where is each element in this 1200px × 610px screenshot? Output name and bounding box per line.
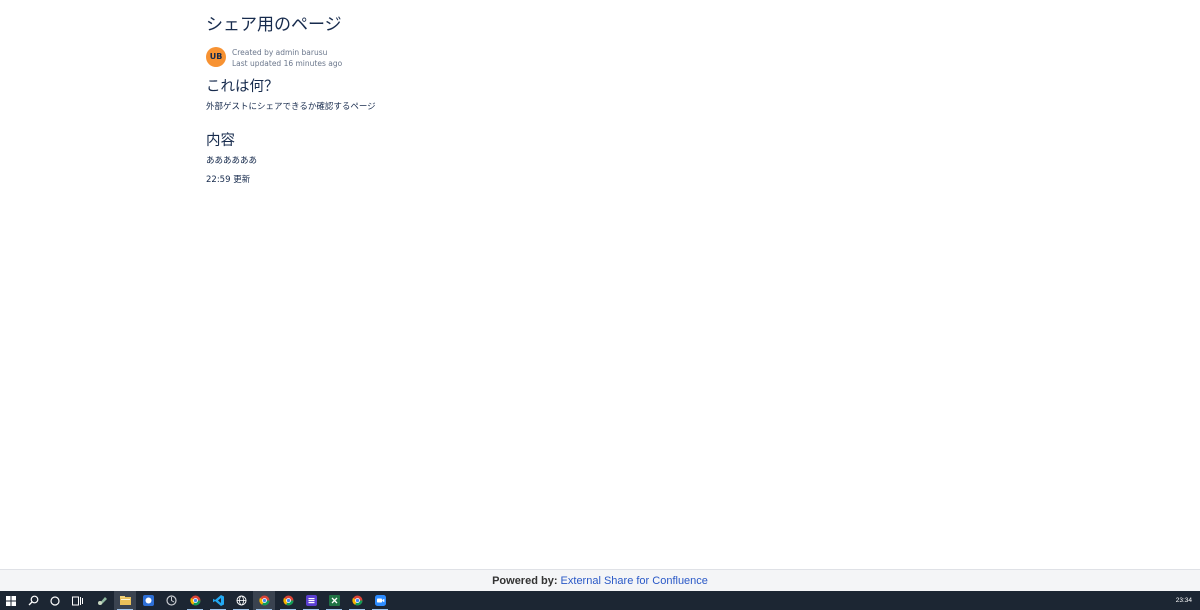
taskbar-clock[interactable]: 23:34 bbox=[1176, 591, 1192, 610]
created-by-text: Created by admin barusu bbox=[232, 48, 328, 57]
app-icon[interactable] bbox=[137, 591, 159, 610]
avatar[interactable]: UB bbox=[206, 47, 226, 67]
byline-text: Created by admin barusu Last updated 16 … bbox=[232, 47, 342, 69]
excel-icon[interactable] bbox=[323, 591, 345, 610]
external-share-link[interactable]: External Share for Confluence bbox=[561, 575, 708, 587]
last-updated-text: Last updated 16 minutes ago bbox=[232, 59, 343, 68]
vscode-icon[interactable] bbox=[207, 591, 229, 610]
file-explorer-icon[interactable] bbox=[114, 591, 136, 610]
chrome-icon[interactable] bbox=[346, 591, 368, 610]
page-title: シェア用のページ bbox=[206, 15, 342, 35]
cortana-icon[interactable] bbox=[44, 591, 66, 610]
taskbar: 23:34 bbox=[0, 591, 1200, 610]
chrome-icon[interactable] bbox=[184, 591, 206, 610]
app-icon[interactable] bbox=[160, 591, 182, 610]
section-heading-what: これは何？ bbox=[206, 79, 279, 95]
powered-by-label: Powered by: bbox=[492, 575, 558, 587]
zoom-icon[interactable] bbox=[369, 591, 391, 610]
section-paragraph: ああああああ bbox=[206, 156, 258, 166]
start-icon[interactable] bbox=[0, 591, 22, 610]
chrome-icon[interactable] bbox=[253, 591, 275, 610]
app-icon[interactable] bbox=[91, 591, 113, 610]
section-heading-content: 内容 bbox=[206, 133, 235, 149]
browser-icon[interactable] bbox=[230, 591, 252, 610]
powered-by-footer: Powered by: External Share for Confluenc… bbox=[0, 569, 1200, 591]
section-paragraph-updated: 22:59 更新 bbox=[206, 175, 251, 185]
section-paragraph: 外部ゲストにシェアできるか確認するページ bbox=[206, 102, 376, 112]
search-icon[interactable] bbox=[22, 591, 44, 610]
chrome-icon[interactable] bbox=[277, 591, 299, 610]
app-icon[interactable] bbox=[300, 591, 322, 610]
task-view-icon[interactable] bbox=[66, 591, 88, 610]
